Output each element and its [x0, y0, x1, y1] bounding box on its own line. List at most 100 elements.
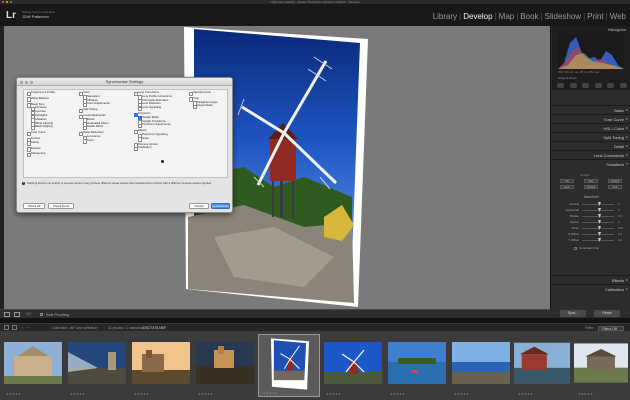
transform-subsection-label: Transform: [583, 195, 599, 199]
dialog-close-icon[interactable]: [20, 80, 23, 84]
slider-y-offset[interactable]: Y Offset 0.0: [558, 238, 628, 243]
setting-checkbox-radial-filters[interactable]: Radial Filters: [83, 125, 110, 131]
filmstrip-thumbnail[interactable]: ★★★★★: [574, 334, 630, 397]
panel-lens-corrections[interactable]: Lens Corrections: [552, 150, 630, 159]
setting-checkbox-tone-curve[interactable]: Tone Curve: [27, 130, 55, 137]
synchronise-button[interactable]: Synchronize: [211, 203, 230, 209]
panel-effects[interactable]: Effects: [552, 275, 630, 284]
histogram-graph[interactable]: [558, 33, 624, 69]
panel-tone-curve-label: Tone Curve: [603, 117, 624, 122]
setting-checkbox-sharpening[interactable]: Sharpening: [27, 152, 55, 158]
adjustment-brush-tool-icon[interactable]: [619, 83, 627, 88]
filmstrip-thumbnail-selected[interactable]: ★★★★★: [258, 334, 320, 397]
red-eye-tool-icon[interactable]: [582, 83, 590, 88]
panel-transform[interactable]: Transform: [552, 159, 630, 168]
dialog-title: Synchronise Settings: [17, 78, 232, 86]
module-print[interactable]: Print: [585, 12, 605, 22]
upright-level-button[interactable]: Level: [560, 185, 574, 189]
module-web[interactable]: Web: [608, 12, 628, 22]
filmstrip-thumbnail[interactable]: ★★★★★: [66, 334, 128, 397]
module-library[interactable]: Library: [431, 12, 459, 22]
panel-detail[interactable]: Detail: [552, 141, 630, 150]
checkbox-icon[interactable]: [574, 246, 577, 250]
filmstrip-thumbnail[interactable]: ★★★★★: [514, 334, 572, 397]
left-panel-collapsed[interactable]: [0, 26, 4, 309]
radial-filter-tool-icon[interactable]: [607, 83, 615, 88]
module-map[interactable]: Map: [497, 12, 517, 22]
slider-vertical[interactable]: Vertical 0: [558, 202, 628, 207]
cancel-button[interactable]: Cancel: [189, 203, 209, 209]
setting-checkbox-color[interactable]: Color: [83, 138, 110, 144]
filmstrip-thumbnail[interactable]: ★★★★★: [322, 334, 384, 397]
slider-x-offset[interactable]: X Offset 0.0: [558, 232, 628, 237]
module-develop[interactable]: Develop: [461, 12, 494, 22]
setting-checkbox-lens-vignetting[interactable]: Lens Vignetting: [138, 105, 172, 112]
setting-checkbox-split-toning[interactable]: Split Toning: [79, 107, 110, 114]
setting-checkbox-color-adjustments[interactable]: Color Adjustments: [83, 102, 110, 108]
panel-basic[interactable]: Basic: [552, 105, 630, 114]
upright-guided-button[interactable]: Guided: [608, 179, 622, 183]
check-all-button[interactable]: Check All: [23, 203, 45, 209]
constrain-crop-checkbox[interactable]: Constrain Crop: [574, 246, 599, 250]
slider-name: Scale: [571, 226, 579, 230]
filmstrip-thumbnail[interactable]: ★★★★★: [130, 334, 192, 397]
filmstrip-thumbnail[interactable]: ★★★★★: [386, 334, 448, 397]
before-after-mode-label[interactable]: Y|Y: [26, 312, 32, 317]
grid-view-icon[interactable]: [12, 325, 17, 330]
upright-buttons-row-1: Off Auto Guided: [560, 179, 622, 184]
upright-vertical-button[interactable]: Vertical: [584, 185, 598, 189]
spot-removal-tool-icon[interactable]: [569, 83, 577, 88]
slider-track[interactable]: [582, 222, 614, 223]
thumbnail-image: [4, 342, 62, 384]
filmstrip[interactable]: ★★★★★ ★★★★★ ★★★★★ ★★★★★ ★★★★★ ★★★★★ ★★★★…: [0, 331, 630, 400]
process-version-info-icon[interactable]: [161, 160, 164, 163]
module-book[interactable]: Book: [518, 12, 540, 22]
setting-checkbox-white-balance[interactable]: White Balance: [27, 96, 55, 102]
check-none-button[interactable]: Check None: [48, 203, 74, 209]
setting-checkbox-clarity[interactable]: Clarity: [27, 140, 55, 146]
panel-hsl[interactable]: HSL / Color: [552, 123, 630, 132]
setting-checkbox-dehaze[interactable]: Dehaze: [27, 146, 55, 152]
filmstrip-thumbnail[interactable]: ★★★★★: [2, 334, 64, 397]
slider-track[interactable]: [582, 240, 614, 241]
setting-checkbox-aspect-ratio[interactable]: Aspect Ratio: [193, 104, 218, 110]
slider-track[interactable]: [582, 228, 614, 229]
setting-checkbox-spot-removal[interactable]: Spot Removal: [189, 90, 218, 96]
upright-full-button[interactable]: Full: [608, 185, 622, 189]
setting-checkbox-black-clipping[interactable]: Black Clipping: [31, 125, 55, 131]
before-after-view-icon[interactable]: [14, 312, 20, 317]
filmstrip-thumbnail[interactable]: ★★★★★: [194, 334, 256, 397]
graduated-filter-tool-icon[interactable]: [594, 83, 602, 88]
module-slideshow[interactable]: Slideshow: [543, 12, 583, 22]
sync-button[interactable]: Sync...: [560, 310, 586, 317]
setting-checkbox-treatment-profile[interactable]: Treatment & Profile: [27, 90, 55, 96]
slider-scale[interactable]: Scale 100: [558, 226, 628, 231]
expand-triangle-icon: [626, 279, 628, 281]
slider-value: 0.0: [618, 232, 623, 236]
setting-checkbox-transform-adjustments[interactable]: Transform Adjustments: [138, 123, 172, 129]
panel-split-toning[interactable]: Split Toning: [552, 132, 630, 141]
crop-tool-icon[interactable]: [557, 83, 564, 88]
slider-value: 100: [618, 226, 624, 230]
setting-checkbox-calibration[interactable]: Calibration: [134, 146, 172, 152]
slider-track[interactable]: [582, 216, 614, 217]
slider-track[interactable]: [582, 210, 614, 211]
setting-checkbox-grain[interactable]: Grain: [138, 136, 172, 142]
filmstrip-thumbnail[interactable]: ★★★★★: [450, 334, 512, 397]
slider-track[interactable]: [582, 204, 614, 205]
upright-off-button[interactable]: Off: [560, 179, 574, 183]
panel-calibration[interactable]: Calibration: [552, 284, 630, 293]
slider-rotate[interactable]: Rotate 0.0: [558, 214, 628, 219]
soft-proofing-checkbox[interactable]: [40, 313, 43, 316]
upright-auto-button[interactable]: Auto: [584, 179, 598, 183]
slider-aspect[interactable]: Aspect 0: [558, 220, 628, 225]
panel-hsl-label: HSL / Color: [603, 126, 624, 131]
slider-track[interactable]: [582, 234, 614, 235]
reset-button[interactable]: Reset: [594, 310, 620, 317]
slider-horizontal[interactable]: Horizontal 0: [558, 208, 628, 213]
panel-transform-label: Transform: [605, 162, 624, 167]
loupe-view-icon[interactable]: [4, 312, 10, 317]
filter-dropdown[interactable]: Filters Off: [597, 325, 624, 331]
secondary-display-icon[interactable]: [4, 325, 9, 330]
panel-tone-curve[interactable]: Tone Curve: [552, 114, 630, 123]
